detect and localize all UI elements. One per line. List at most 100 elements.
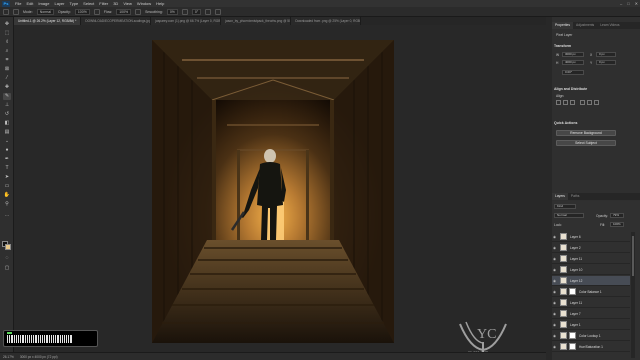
canvas-workspace[interactable] bbox=[14, 25, 546, 352]
layer-row[interactable]: ◉ Layer 10 bbox=[552, 265, 630, 275]
visibility-eye-icon[interactable]: ◉ bbox=[553, 279, 557, 283]
smoothing-field[interactable]: 0% bbox=[166, 8, 178, 15]
crop-tool-icon[interactable]: ⌗ bbox=[3, 57, 11, 64]
layer-row[interactable]: ◉ Color Lookup 1 bbox=[552, 331, 630, 341]
layer-row[interactable]: ◉ Layer 6 bbox=[552, 232, 630, 242]
background-color-swatch[interactable] bbox=[5, 244, 11, 250]
opacity-field[interactable]: 100% bbox=[74, 8, 90, 15]
history-brush-tool-icon[interactable]: ↺ bbox=[3, 111, 11, 118]
layer-name[interactable]: Layer 2 bbox=[570, 246, 581, 250]
remove-background-button[interactable]: Remove Background bbox=[556, 130, 616, 136]
layer-row[interactable]: ◉ Layer 1 bbox=[552, 320, 630, 330]
layer-name[interactable]: Layer 12 bbox=[570, 279, 582, 283]
visibility-eye-icon[interactable]: ◉ bbox=[553, 323, 557, 327]
menu-layer[interactable]: Layer bbox=[54, 1, 64, 6]
x-field[interactable]: 0 px bbox=[596, 52, 616, 57]
more-tools-icon[interactable]: ⋯ bbox=[3, 213, 11, 220]
layer-mask-thumbnail[interactable] bbox=[569, 332, 576, 339]
align-section-title[interactable]: Align and Distribute bbox=[554, 87, 587, 91]
layer-name[interactable]: Color Balance 1 bbox=[579, 290, 602, 294]
tab-adjustments[interactable]: Adjustments bbox=[573, 22, 597, 29]
layer-thumbnail[interactable] bbox=[560, 332, 567, 339]
width-field[interactable]: 3000 px bbox=[562, 52, 584, 57]
layer-mask-thumbnail[interactable] bbox=[569, 343, 576, 350]
visibility-eye-icon[interactable]: ◉ bbox=[553, 334, 557, 338]
visibility-eye-icon[interactable]: ◉ bbox=[553, 301, 557, 305]
mode-select[interactable]: Normal bbox=[36, 8, 55, 15]
symmetry-icon[interactable] bbox=[215, 8, 222, 15]
brush-tool-icon[interactable]: ✎ bbox=[3, 93, 11, 100]
close-button[interactable]: ✕ bbox=[635, 1, 638, 6]
quick-mask-icon[interactable]: ◌ bbox=[3, 255, 11, 262]
clone-stamp-tool-icon[interactable]: ⊥ bbox=[3, 102, 11, 109]
airbrush-icon[interactable] bbox=[135, 8, 142, 15]
height-field[interactable]: 4000 px bbox=[562, 60, 584, 65]
select-subject-button[interactable]: Select Subject bbox=[556, 140, 616, 146]
visibility-eye-icon[interactable]: ◉ bbox=[553, 268, 557, 272]
layer-name[interactable]: Layer 1 bbox=[570, 323, 581, 327]
tab-properties[interactable]: Properties bbox=[552, 22, 574, 29]
pressure-size-icon[interactable] bbox=[205, 8, 212, 15]
visibility-eye-icon[interactable]: ◉ bbox=[553, 257, 557, 261]
align-middle-v-icon[interactable] bbox=[587, 100, 592, 105]
layer-mask-thumbnail[interactable] bbox=[569, 288, 576, 295]
healing-brush-tool-icon[interactable]: ✚ bbox=[3, 84, 11, 91]
layer-row[interactable]: ◉ Layer 11 bbox=[552, 298, 630, 308]
align-right-icon[interactable] bbox=[570, 100, 575, 105]
pen-tool-icon[interactable]: ✒ bbox=[3, 156, 11, 163]
home-icon[interactable] bbox=[3, 8, 9, 15]
layer-row[interactable]: ◉ Layer 7 bbox=[552, 309, 630, 319]
maximize-button[interactable]: □ bbox=[627, 1, 629, 6]
tab-document-3[interactable]: jasparey.com (1).png @ 66.7% (Layer 0, R… bbox=[151, 17, 222, 25]
layer-filter-kind[interactable]: Kind bbox=[554, 204, 576, 209]
angle-field[interactable]: 0° bbox=[191, 8, 202, 15]
pressure-opacity-icon[interactable] bbox=[93, 8, 100, 15]
visibility-eye-icon[interactable]: ◉ bbox=[553, 312, 557, 316]
minimize-button[interactable]: – bbox=[620, 1, 622, 6]
layer-name[interactable]: Layer 7 bbox=[570, 312, 581, 316]
layer-row[interactable]: ◉ Layer 11 bbox=[552, 254, 630, 264]
zoom-tool-icon[interactable]: ⚲ bbox=[3, 201, 11, 208]
tab-learn[interactable]: Learn Videos bbox=[597, 22, 622, 29]
visibility-eye-icon[interactable]: ◉ bbox=[553, 290, 557, 294]
smoothing-settings-icon[interactable] bbox=[181, 8, 188, 15]
layer-thumbnail[interactable] bbox=[560, 255, 567, 262]
layer-thumbnail[interactable] bbox=[560, 343, 567, 350]
flow-field[interactable]: 100% bbox=[116, 8, 132, 15]
tab-document-5[interactable]: Downloaded from .png @ 25% (Layer 0, RGB… bbox=[291, 17, 362, 25]
menu-filter[interactable]: Filter bbox=[99, 1, 108, 6]
transform-section-title[interactable]: Transform bbox=[554, 44, 571, 48]
align-left-icon[interactable] bbox=[556, 100, 561, 105]
menu-image[interactable]: Image bbox=[38, 1, 49, 6]
layer-row[interactable]: ◉ Hue/Saturation 1 bbox=[552, 342, 630, 352]
layer-opacity-field[interactable]: 79% bbox=[610, 213, 624, 218]
screen-mode-icon[interactable]: ▢ bbox=[3, 265, 11, 272]
layer-name[interactable]: Layer 11 bbox=[570, 301, 582, 305]
layer-thumbnail[interactable] bbox=[560, 277, 567, 284]
hand-tool-icon[interactable]: ✋ bbox=[3, 192, 11, 199]
tab-layers[interactable]: Layers bbox=[552, 193, 568, 200]
quick-select-tool-icon[interactable]: ⌕ bbox=[3, 48, 11, 55]
tab-document-1[interactable]: Untitled-1 @ 26.2% (Layer 12, RGB/8#) * bbox=[14, 17, 82, 25]
dodge-tool-icon[interactable]: ● bbox=[3, 147, 11, 154]
angle-field[interactable]: 0.00° bbox=[562, 70, 584, 75]
blend-mode-select[interactable]: Normal bbox=[554, 213, 584, 218]
layer-name[interactable]: Hue/Saturation 1 bbox=[579, 345, 603, 349]
align-center-h-icon[interactable] bbox=[563, 100, 568, 105]
rectangle-tool-icon[interactable]: ▭ bbox=[3, 183, 11, 190]
quick-actions-title[interactable]: Quick Actions bbox=[554, 121, 577, 125]
layer-row[interactable]: ◉ Layer 12 bbox=[552, 276, 630, 286]
gradient-tool-icon[interactable]: ▤ bbox=[3, 129, 11, 136]
layers-scroll-thumb[interactable] bbox=[632, 236, 634, 276]
menu-select[interactable]: Select bbox=[83, 1, 94, 6]
type-tool-icon[interactable]: T bbox=[3, 165, 11, 172]
marquee-tool-icon[interactable]: ⬚ bbox=[3, 30, 11, 37]
layer-name[interactable]: Layer 10 bbox=[570, 268, 582, 272]
layer-thumbnail[interactable] bbox=[560, 321, 567, 328]
blur-tool-icon[interactable]: 💧︎ bbox=[3, 138, 11, 145]
menu-type[interactable]: Type bbox=[70, 1, 79, 6]
brush-preset-icon[interactable] bbox=[13, 8, 19, 15]
fill-field[interactable]: 100% bbox=[610, 222, 624, 227]
menu-edit[interactable]: Edit bbox=[26, 1, 33, 6]
visibility-eye-icon[interactable]: ◉ bbox=[553, 345, 557, 349]
